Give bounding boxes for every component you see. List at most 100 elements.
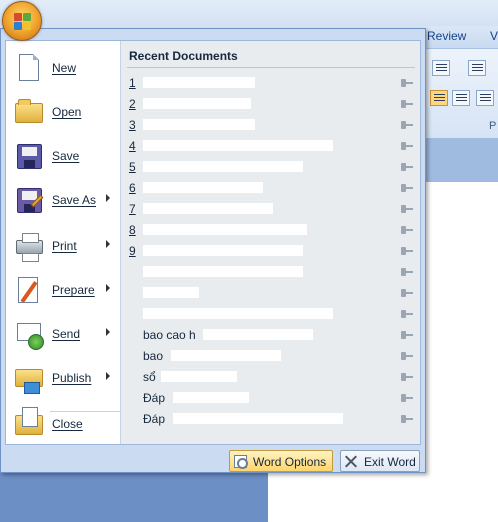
align-right-icon[interactable] [476,90,494,106]
menu-item-new[interactable]: New [6,47,120,91]
redacted-text [143,77,255,88]
menu-item-label: New [52,61,77,75]
redacted-text [171,350,281,361]
menu-item-label: Open [52,105,82,119]
recent-document-item[interactable]: 1 [121,73,421,94]
pin-icon[interactable] [401,184,413,192]
menu-item-close[interactable]: Close [6,403,120,447]
align-left-icon[interactable] [430,90,448,106]
redacted-text [173,392,249,403]
office-menu: New Open Save Save As Print Prepare Send… [0,28,426,473]
word-options-icon [234,455,248,469]
ruler-area [420,138,498,182]
submenu-arrow-icon [106,372,110,380]
recent-document-item[interactable]: 7 [121,199,421,220]
recent-document-number: 3 [129,118,136,132]
publish-icon [14,363,44,394]
tab-view[interactable]: V [490,29,498,43]
tab-review[interactable]: Review [427,29,466,43]
redacted-text [143,140,333,151]
menu-item-save-as[interactable]: Save As [6,179,120,223]
redacted-text [143,308,333,319]
recent-document-item[interactable]: Đáp [121,409,421,430]
redacted-text [173,413,343,424]
recent-document-item[interactable]: 6 [121,178,421,199]
recent-document-number: 2 [129,97,136,111]
pin-icon[interactable] [401,163,413,171]
pin-icon[interactable] [401,289,413,297]
pin-icon[interactable] [401,100,413,108]
exit-x-icon [345,455,358,468]
recent-document-number: 1 [129,76,136,90]
close-folder-icon [14,407,44,439]
recent-document-item[interactable]: bao [121,346,421,367]
recent-document-item[interactable] [121,304,421,325]
menu-item-label: Save [52,149,80,163]
pin-icon[interactable] [401,352,413,360]
recent-document-item[interactable] [121,262,421,283]
menu-item-label: Publish [52,371,92,385]
pin-icon[interactable] [401,415,413,423]
prepare-icon [14,275,44,305]
menu-item-save[interactable]: Save [6,135,120,179]
pin-icon[interactable] [401,394,413,402]
numbering-icon[interactable] [468,60,486,76]
recent-document-number: 8 [129,223,136,237]
office-menu-body: New Open Save Save As Print Prepare Send… [5,40,421,445]
pin-icon[interactable] [401,268,413,276]
redacted-text [143,224,307,235]
recent-document-item[interactable]: 8 [121,220,421,241]
recent-documents-title: Recent Documents [129,49,238,63]
recent-document-number: 4 [129,139,136,153]
menu-item-label: Close [52,417,83,431]
redacted-text [161,371,237,382]
pin-icon[interactable] [401,142,413,150]
pin-icon[interactable] [401,226,413,234]
bullets-icon[interactable] [432,60,450,76]
word-options-label: Word Options [253,455,327,469]
align-center-icon[interactable] [452,90,470,106]
recent-document-item[interactable]: Đáp [121,388,421,409]
recent-document-name: sổ [143,370,156,384]
recent-document-name: Đáp [143,391,166,405]
pin-icon[interactable] [401,79,413,87]
pin-icon[interactable] [401,310,413,318]
recent-document-number: 7 [129,202,136,216]
recent-document-item[interactable] [121,283,421,304]
office-button[interactable] [2,1,42,41]
pin-icon[interactable] [401,205,413,213]
submenu-arrow-icon [106,194,110,202]
recent-documents-divider [127,67,415,68]
menu-item-send[interactable]: Send [6,313,120,357]
menu-item-open[interactable]: Open [6,91,120,135]
redacted-text [143,266,303,277]
menu-item-print[interactable]: Print [6,225,120,269]
exit-word-button[interactable]: Exit Word [340,450,420,472]
redacted-text [143,245,303,256]
redacted-text [143,98,251,109]
pin-icon[interactable] [401,373,413,381]
recent-documents-pane: Recent Documents 1 2 3 4 5 6 7 8 9 bao c… [120,41,420,444]
recent-document-name: Đáp [143,412,166,426]
word-options-button[interactable]: Word Options [229,450,333,472]
pin-icon[interactable] [401,121,413,129]
recent-document-item[interactable]: bao cao h [121,325,421,346]
pin-icon[interactable] [401,331,413,339]
recent-document-item[interactable]: 5 [121,157,421,178]
redacted-text [143,182,263,193]
recent-document-item[interactable]: 3 [121,115,421,136]
menu-item-label: Prepare [52,283,95,297]
recent-document-item[interactable]: sổ [121,367,421,388]
save-disk-icon [14,141,44,171]
recent-document-item[interactable]: 4 [121,136,421,157]
menu-item-publish[interactable]: Publish [6,357,120,401]
menu-item-prepare[interactable]: Prepare [6,269,120,313]
recent-document-item[interactable]: 2 [121,94,421,115]
title-bar [0,0,498,26]
recent-document-item[interactable]: 9 [121,241,421,262]
open-folder-icon [14,97,44,127]
pin-icon[interactable] [401,247,413,255]
document-page-lower [268,470,498,522]
office-logo-icon [14,13,32,31]
printer-icon [14,231,44,262]
